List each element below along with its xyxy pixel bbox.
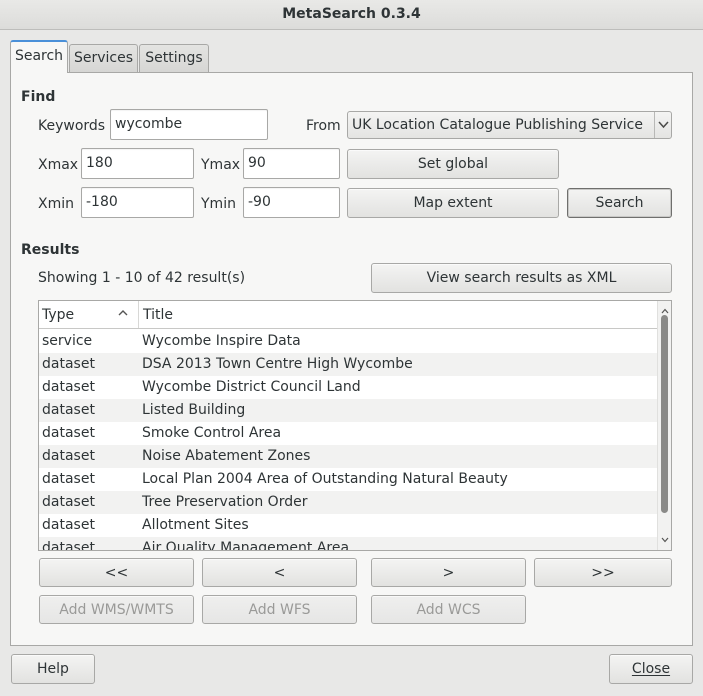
last-page-button[interactable]: >>: [534, 558, 672, 587]
row-title: Smoke Control Area: [142, 425, 282, 441]
row-title: Wycombe District Council Land: [142, 379, 361, 395]
table-row[interactable]: dataset Wycombe District Council Land: [39, 376, 659, 399]
column-header-title[interactable]: Title: [140, 301, 659, 328]
results-count: Showing 1 - 10 of 42 result(s): [38, 270, 246, 286]
previous-page-button[interactable]: <: [202, 558, 357, 587]
xmin-label: Xmin: [38, 196, 74, 212]
scrollbar-thumb[interactable]: [661, 315, 668, 513]
add-wcs-button[interactable]: Add WCS: [371, 595, 526, 624]
next-page-button[interactable]: >: [371, 558, 526, 587]
view-xml-button[interactable]: View search results as XML: [371, 263, 672, 293]
table-row[interactable]: dataset DSA 2013 Town Centre High Wycombe: [39, 353, 659, 376]
results-table[interactable]: Type Title service Wycombe Inspire Data d…: [38, 300, 672, 551]
row-title: DSA 2013 Town Centre High Wycombe: [142, 356, 413, 372]
keywords-input[interactable]: wycombe: [110, 109, 268, 140]
first-page-button[interactable]: <<: [39, 558, 194, 587]
table-row[interactable]: dataset Listed Building: [39, 399, 659, 422]
row-type: dataset: [42, 540, 95, 551]
xmax-input[interactable]: 180: [81, 148, 194, 179]
column-header-title-label: Title: [143, 307, 174, 323]
table-row[interactable]: dataset Air Quality Management Area: [39, 537, 659, 551]
table-header: Type Title: [39, 301, 659, 329]
row-title: Wycombe Inspire Data: [142, 333, 301, 349]
row-title: Tree Preservation Order: [142, 494, 308, 510]
row-type: dataset: [42, 402, 95, 418]
row-type: dataset: [42, 494, 95, 510]
row-title: Local Plan 2004 Area of Outstanding Natu…: [142, 471, 508, 487]
close-button[interactable]: Close: [609, 654, 693, 684]
table-row[interactable]: dataset Noise Abatement Zones: [39, 445, 659, 468]
row-title: Allotment Sites: [142, 517, 249, 533]
row-title: Noise Abatement Zones: [142, 448, 311, 464]
add-wfs-button[interactable]: Add WFS: [202, 595, 357, 624]
ymax-label: Ymax: [201, 157, 241, 173]
add-wms-wmts-button[interactable]: Add WMS/WMTS: [39, 595, 194, 624]
ymax-input[interactable]: 90: [243, 148, 340, 179]
search-button[interactable]: Search: [567, 188, 672, 218]
map-extent-button[interactable]: Map extent: [347, 188, 559, 218]
from-label: From: [306, 118, 341, 134]
xmax-label: Xmax: [38, 157, 79, 173]
chevron-down-icon: [654, 112, 671, 138]
row-type: dataset: [42, 517, 95, 533]
catalogue-select-value: UK Location Catalogue Publishing Service: [352, 117, 643, 133]
find-heading: Find: [21, 89, 56, 105]
row-type: dataset: [42, 448, 95, 464]
set-global-button[interactable]: Set global: [347, 149, 559, 179]
row-title: Air Quality Management Area: [142, 540, 350, 551]
table-row[interactable]: dataset Local Plan 2004 Area of Outstandi…: [39, 468, 659, 491]
row-type: dataset: [42, 425, 95, 441]
row-type: dataset: [42, 379, 95, 395]
row-type: service: [42, 333, 93, 349]
table-row[interactable]: dataset Allotment Sites: [39, 514, 659, 537]
keywords-label: Keywords: [38, 118, 106, 134]
column-header-type-label: Type: [42, 307, 75, 323]
ymin-input[interactable]: -90: [243, 187, 340, 218]
vertical-scrollbar[interactable]: [657, 301, 671, 550]
scroll-down-icon[interactable]: [661, 532, 669, 548]
row-type: dataset: [42, 356, 95, 372]
catalogue-select[interactable]: UK Location Catalogue Publishing Service: [347, 111, 672, 139]
table-row[interactable]: dataset Smoke Control Area: [39, 422, 659, 445]
results-heading: Results: [21, 242, 80, 258]
help-button[interactable]: Help: [11, 654, 95, 684]
table-row[interactable]: service Wycombe Inspire Data: [39, 330, 659, 353]
column-header-type[interactable]: Type: [39, 301, 139, 328]
ymin-label: Ymin: [201, 196, 236, 212]
row-type: dataset: [42, 471, 95, 487]
xmin-input[interactable]: -180: [81, 187, 194, 218]
table-row[interactable]: dataset Tree Preservation Order: [39, 491, 659, 514]
row-title: Listed Building: [142, 402, 246, 418]
sort-ascending-icon: [117, 307, 129, 323]
